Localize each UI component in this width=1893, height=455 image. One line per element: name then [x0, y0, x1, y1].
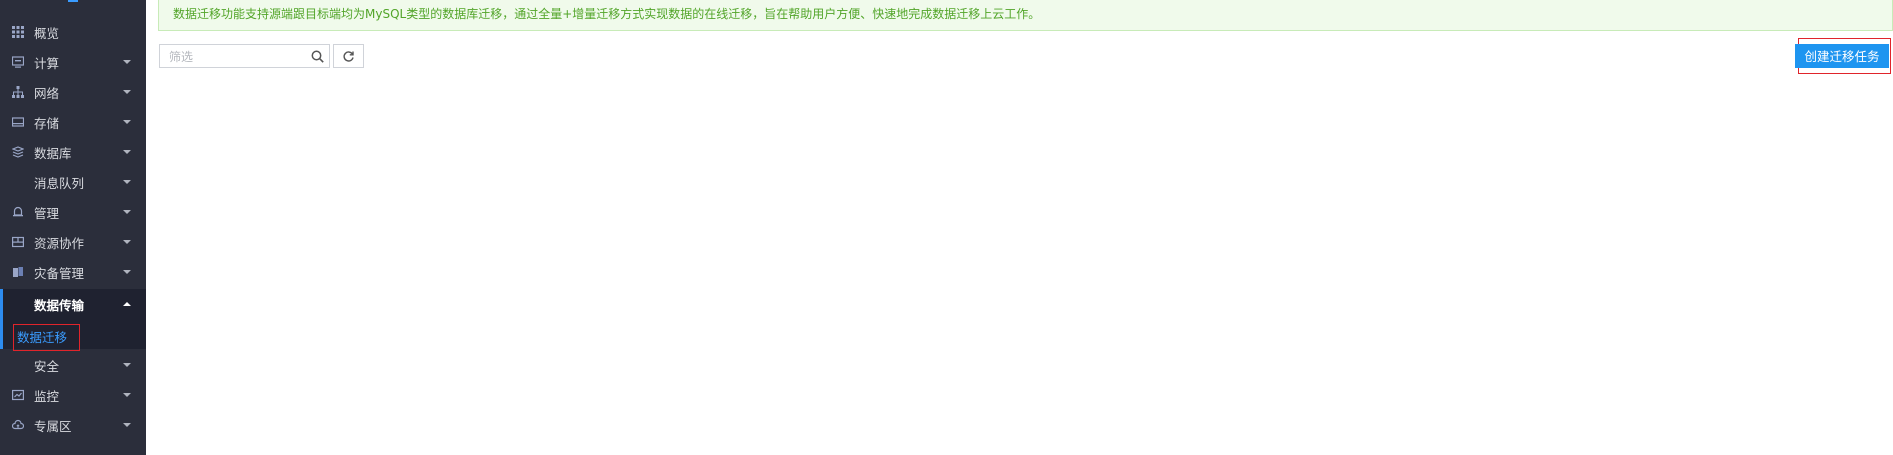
network-icon: [11, 86, 24, 99]
chevron-down-icon: [123, 270, 131, 274]
sidebar-item-monitor[interactable]: 监控: [0, 380, 146, 410]
layers-icon: [11, 146, 24, 159]
chevron-up-icon: [123, 302, 131, 306]
sidebar-item-label: 计算: [34, 55, 60, 71]
sidebar-item-overview[interactable]: 概览: [0, 17, 146, 47]
sidebar-item-dedicated-zone[interactable]: 专属区: [0, 410, 146, 440]
chevron-down-icon: [123, 120, 131, 124]
sidebar-item-resource-collab[interactable]: 资源协作: [0, 227, 146, 257]
sidebar-item-label: 消息队列: [34, 175, 85, 191]
chevron-down-icon: [123, 240, 131, 244]
bell-icon: [11, 206, 24, 219]
sidebar-item-data-transfer[interactable]: 数据传输: [0, 289, 146, 319]
sidebar-item-label: 监控: [34, 388, 60, 404]
refresh-button[interactable]: [333, 44, 364, 68]
chevron-down-icon: [123, 150, 131, 154]
sidebar-item-label: 专属区: [34, 418, 72, 434]
sidebar-item-label: 概览: [34, 25, 60, 41]
cloud-icon: [11, 419, 24, 432]
grid-icon: [11, 26, 24, 39]
chevron-down-icon: [123, 60, 131, 64]
sidebar-item-disaster-recovery[interactable]: 灾备管理: [0, 257, 146, 287]
monitor-icon: [11, 56, 24, 69]
sidebar-item-database[interactable]: 数据库: [0, 137, 146, 167]
filter-input[interactable]: [167, 46, 311, 68]
backup-icon: [11, 266, 24, 279]
sidebar-item-security[interactable]: 安全: [0, 350, 146, 380]
create-migration-task-button[interactable]: 创建迁移任务: [1795, 44, 1889, 68]
chevron-down-icon: [123, 90, 131, 94]
sidebar-item-label: 数据传输: [34, 297, 85, 313]
collab-icon: [11, 236, 24, 249]
sidebar-item-message-queue[interactable]: 消息队列: [0, 167, 146, 197]
sidebar-item-label: 存储: [34, 115, 60, 131]
chevron-down-icon: [123, 423, 131, 427]
sidebar-item-label: 安全: [34, 358, 60, 374]
sidebar-item-compute[interactable]: 计算: [0, 47, 146, 77]
sidebar-item-storage[interactable]: 存储: [0, 107, 146, 137]
chevron-down-icon: [123, 210, 131, 214]
chevron-down-icon: [123, 363, 131, 367]
storage-icon: [11, 116, 24, 129]
sidebar-item-management[interactable]: 管理: [0, 197, 146, 227]
sidebar-subitem-data-migration[interactable]: 数据迁移: [0, 319, 146, 351]
info-banner: 数据迁移功能支持源端跟目标端均为MySQL类型的数据库迁移，通过全量+增量迁移方…: [158, 0, 1893, 31]
search-icon[interactable]: [311, 50, 324, 63]
chart-icon: [11, 389, 24, 402]
menu-toggle-icon[interactable]: [60, 0, 78, 6]
sidebar-item-network[interactable]: 网络: [0, 77, 146, 107]
sidebar-item-label: 灾备管理: [34, 265, 85, 281]
sidebar-item-label: 资源协作: [34, 235, 85, 251]
sidebar-item-label: 数据迁移: [13, 324, 80, 351]
filter-box: [159, 44, 330, 68]
sidebar-item-label: 管理: [34, 205, 60, 221]
sidebar-item-label: 数据库: [34, 145, 72, 161]
sidebar: 概览 计算 网络 存储 数据库 消息队列 管理 资源协作 灾备管理 数据传输 数…: [0, 0, 146, 455]
chevron-down-icon: [123, 180, 131, 184]
chevron-down-icon: [123, 393, 131, 397]
refresh-icon: [343, 50, 354, 62]
sidebar-item-label: 网络: [34, 85, 60, 101]
